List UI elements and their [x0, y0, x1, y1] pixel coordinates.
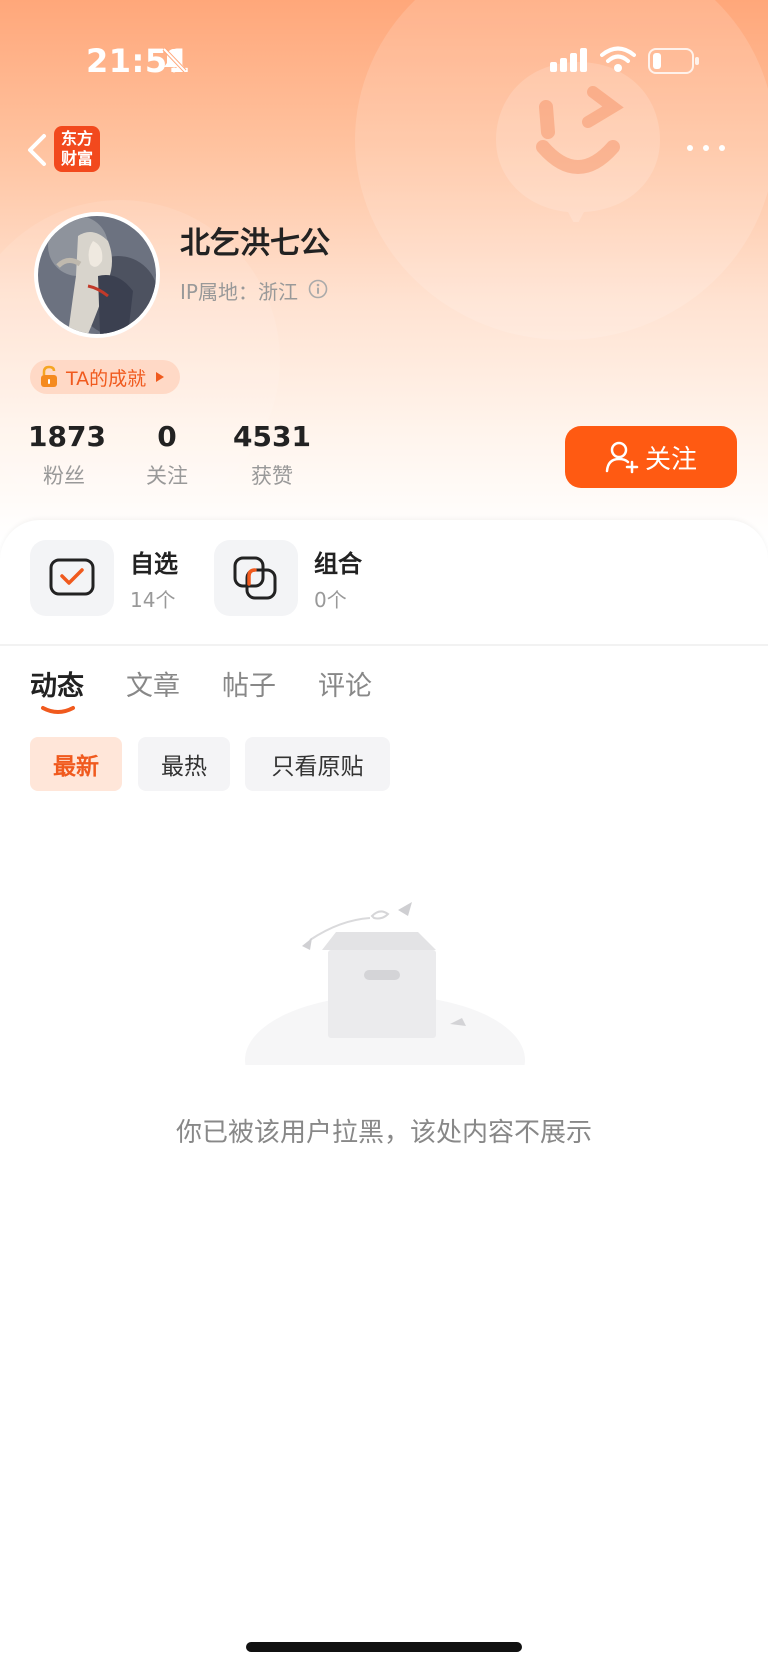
lock-icon	[41, 365, 57, 387]
stat-label: 关注	[146, 464, 188, 488]
watchlist-shortcut-icon-box[interactable]	[30, 540, 114, 616]
app-logo-text: 东方财富	[60, 129, 93, 168]
watchlist-count: 14个	[130, 588, 176, 612]
bell-mute-icon	[162, 47, 187, 73]
signal-icon	[550, 48, 587, 72]
status-bar: 21:51	[0, 0, 768, 120]
empty-box-icon	[245, 902, 525, 1065]
filter-hottest[interactable]: 最热	[138, 737, 230, 791]
add-user-icon	[605, 441, 639, 474]
portfolio-title[interactable]: 组合	[314, 544, 362, 579]
stat-value: 1873	[28, 420, 106, 453]
follow-button[interactable]: 关注	[565, 426, 737, 488]
filter-latest[interactable]: 最新	[30, 737, 122, 791]
achievement-badge[interactable]: TA的成就	[30, 360, 181, 394]
follow-button-label: 关注	[644, 444, 697, 475]
ip-location: IP属地：浙江	[180, 280, 298, 304]
app-logo: 东方财富	[54, 126, 100, 172]
empty-state-message: 你已被该用户拉黑，该处内容不展示	[175, 1118, 592, 1148]
tab-activity[interactable]: 动态	[30, 664, 84, 703]
stat-value: 0	[157, 420, 177, 453]
section-divider	[0, 644, 768, 646]
wifi-icon	[600, 46, 636, 72]
avatar-image	[38, 216, 156, 334]
watchlist-title[interactable]: 自选	[130, 544, 178, 579]
stat-label: 粉丝	[43, 464, 85, 488]
tab-articles[interactable]: 文章	[126, 664, 180, 703]
username: 北乞洪七公	[180, 226, 330, 261]
tab-posts[interactable]: 帖子	[222, 664, 276, 703]
active-tab-indicator	[41, 706, 75, 714]
tab-comments[interactable]: 评论	[318, 664, 372, 703]
battery-icon	[648, 48, 699, 74]
more-icon[interactable]	[682, 136, 732, 160]
stat-value: 4531	[233, 420, 311, 453]
stat-label: 获赞	[251, 464, 293, 488]
info-icon[interactable]	[308, 279, 328, 299]
home-indicator	[246, 1642, 522, 1652]
stat-following[interactable]: 0 关注	[134, 420, 200, 490]
checklist-icon	[49, 558, 95, 596]
stat-likes[interactable]: 4531 获赞	[232, 420, 312, 490]
avatar[interactable]	[34, 212, 160, 338]
content-card	[0, 520, 768, 1670]
stat-fans[interactable]: 1873 粉丝	[28, 420, 106, 490]
portfolio-icon	[233, 556, 277, 600]
achievement-label: TA的成就	[66, 367, 147, 390]
portfolio-shortcut-icon-box[interactable]	[214, 540, 298, 616]
portfolio-count: 0个	[314, 588, 347, 612]
back-arrow-icon[interactable]	[18, 128, 58, 172]
caret-right-icon	[156, 372, 165, 382]
filter-original-only[interactable]: 只看原贴	[245, 737, 390, 791]
